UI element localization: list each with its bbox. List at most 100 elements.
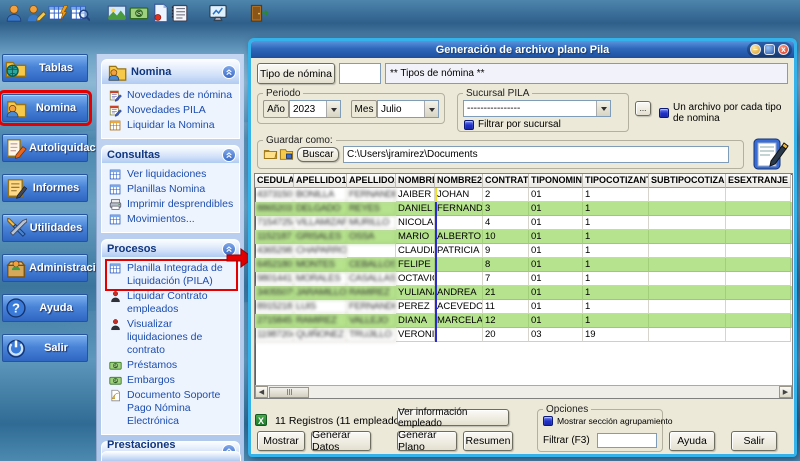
column-header-nombre2[interactable]: NOMBRE2 (435, 174, 483, 188)
sidebar-item-administraci-n[interactable]: Administración (2, 254, 88, 282)
table-row[interactable]: 4365298CHAPARROCLAUDIAPATRICIA9011 (255, 244, 792, 258)
column-header-nombre1[interactable]: NOMBRE1 (396, 174, 435, 188)
sucursal-browse-button[interactable]: ... (635, 101, 651, 116)
tipo-nomina-button[interactable]: Tipo de nómina (257, 63, 335, 84)
section-header[interactable]: Nomina (102, 60, 239, 84)
menu-item-novedades-de-n-mina[interactable]: Novedades de nómina (107, 88, 236, 103)
column-header-contrato[interactable]: CONTRATO (483, 174, 529, 188)
table-row[interactable]: 4373150BONILLAFERNANDEZJAIBERJOHAN2011 (255, 188, 792, 202)
sidebar-item-nomina[interactable]: Nomina (2, 94, 88, 122)
open-folder-icon[interactable] (263, 147, 278, 161)
table-row[interactable]: 34055079JARAMILLORAMIREZYULIANAANDREA210… (255, 286, 792, 300)
employee-table[interactable]: CEDULAAPELLIDO1APELLIDO2NOMBRE1NOMBRE2CO… (254, 173, 793, 399)
table-row[interactable]: 11987204QUIÑONEZTRUJILLOVERONICA200319 (255, 328, 792, 342)
salir-button[interactable]: Salir (731, 431, 777, 451)
column-header-esextranje[interactable]: ESEXTRANJE (726, 174, 791, 188)
mes-combobox[interactable]: Julio (377, 100, 439, 118)
menu-item-ver-liquidaciones[interactable]: Ver liquidaciones (107, 167, 236, 182)
exit-door-icon[interactable] (249, 3, 269, 23)
buscar-button[interactable]: Buscar (297, 147, 339, 162)
save-folder-icon[interactable] (279, 147, 294, 161)
sidebar-item-ayuda[interactable]: ?Ayuda (2, 294, 88, 322)
resumen-button[interactable]: Resumen (463, 431, 513, 451)
chevron-down-icon[interactable] (596, 101, 610, 116)
table-row[interactable]: 8915218LUISFERNANDOPEREZACEVEDO11011 (255, 300, 792, 314)
tipo-nomina-code-input[interactable] (339, 63, 381, 84)
menu-item-novedades-pila[interactable]: Novedades PILA (107, 103, 236, 118)
chevron-down-icon[interactable] (326, 101, 340, 117)
image-icon[interactable] (107, 3, 127, 23)
filtrar-f3-input[interactable] (597, 433, 657, 448)
column-header-apellido1[interactable]: APELLIDO1 (294, 174, 347, 188)
table-cell-esextranje (726, 314, 791, 328)
menu-item-movimientos-[interactable]: Movimientos... (107, 212, 236, 227)
sidebar-item-salir[interactable]: Salir (2, 334, 88, 362)
document-red-icon[interactable] (151, 3, 171, 23)
un-archivo-label: Un archivo por cada tipo de nomina (673, 102, 794, 124)
ayuda-button[interactable]: Ayuda (669, 431, 715, 451)
column-header-apellido2[interactable]: APELLIDO2 (347, 174, 396, 188)
chevron-down-icon[interactable] (424, 101, 438, 117)
table-row[interactable]: 2715845RAMIREZVALLEJODIANAMARCELA12011 (255, 314, 792, 328)
money-icon[interactable]: $ (129, 3, 149, 23)
generar-plano-button[interactable]: Generar Plano (397, 431, 457, 451)
table-cell-tipocotizante: 1 (583, 244, 649, 258)
column-header-tiponomina[interactable]: TIPONOMINA (529, 174, 583, 188)
table-cell-apellido1: CHAPARRO (294, 244, 347, 258)
table-row[interactable]: 8865203DELGADOREYESDANIELFERNANDO3011 (255, 202, 792, 216)
menu-item-planilla-integrada-de-liquidaci-n-pila-[interactable]: Planilla Integrada de Liquidación (PILA) (107, 261, 236, 289)
menu-item-documento-soporte-pago-n-mina-electr-nic[interactable]: Documento Soporte Pago Nómina Electrónic… (107, 388, 236, 429)
menu-item-planillas-nomina[interactable]: Planillas Nomina (107, 182, 236, 197)
column-header-subtipocotizante[interactable]: SUBTIPOCOTIZANTE (649, 174, 726, 188)
mostrar-button[interactable]: Mostrar (257, 431, 305, 451)
collapsed-section-stub[interactable] (102, 452, 240, 461)
excel-export-icon[interactable]: X (255, 414, 267, 426)
table-cell-nombre1: MARIO (396, 230, 435, 244)
sucursal-combobox[interactable]: ---------------- (463, 100, 611, 117)
table-row[interactable]: 9801441MORALESCASALLASOCTAVIO7011 (255, 272, 792, 286)
column-header-tipocotizante[interactable]: TIPOCOTIZANTE (583, 174, 649, 188)
save-path-input[interactable]: C:\Users\jramirez\Documents (343, 146, 729, 163)
menu-item-visualizar-liquidaciones-de-contrato[interactable]: Visualizar liquidaciones de contrato (107, 317, 236, 358)
ano-combobox[interactable]: 2023 (289, 100, 341, 118)
collapse-chevron-icon[interactable] (222, 148, 236, 162)
scroll-right-icon[interactable]: ▶ (779, 386, 792, 398)
user-edit-icon[interactable] (26, 3, 46, 23)
close-button[interactable]: x (778, 44, 789, 55)
notepad-pencil-icon[interactable] (749, 137, 789, 171)
filtrar-sucursal-checkbox[interactable] (464, 120, 474, 130)
dialog-titlebar[interactable]: Generación de archivo plano Pila – x (251, 41, 794, 58)
collapse-chevron-icon[interactable] (222, 65, 236, 79)
sidebar-item-autoliquidaci-n[interactable]: Autoliquidación (2, 134, 88, 162)
minimize-button[interactable]: – (750, 44, 761, 55)
notebook-icon[interactable] (170, 3, 190, 23)
generar-datos-button[interactable]: Generar Datos (311, 431, 371, 451)
agrupamiento-checkbox[interactable] (543, 416, 553, 426)
section-header[interactable]: Consultas (102, 146, 239, 163)
user-icon[interactable] (4, 3, 24, 23)
sidebar-item-utilidades[interactable]: Utilidades (2, 214, 88, 242)
ver-info-empleado-button[interactable]: Ver información empleado (397, 409, 509, 426)
table-search-icon[interactable] (70, 3, 90, 23)
table-row[interactable]: 1152187GRISALESOSSAMARIOALBERTO10011 (255, 230, 792, 244)
menu-item-embargos[interactable]: $Embargos (107, 373, 236, 388)
table-cell-tiponomina: 01 (529, 216, 583, 230)
monitor-chart-icon[interactable] (208, 3, 228, 23)
scroll-left-icon[interactable]: ◀ (255, 386, 268, 398)
table-row[interactable]: 6452180MONTESCEBALLOSFELIPE8011 (255, 258, 792, 272)
menu-item-liquidar-contrato-empleados[interactable]: Liquidar Contrato empleados (107, 289, 236, 317)
sidebar-item-informes[interactable]: Informes (2, 174, 88, 202)
menu-item-pr-stamos[interactable]: $Préstamos (107, 358, 236, 373)
column-header-cedula[interactable]: CEDULA (255, 174, 294, 188)
sidebar-item-tablas[interactable]: Tablas (2, 54, 88, 82)
scrollbar-thumb[interactable] (269, 387, 309, 398)
table-row[interactable]: 71547254VILLAMIZARMURILLONICOLAS4011 (255, 216, 792, 230)
maximize-button[interactable] (764, 44, 775, 55)
table-cell-contrato: 12 (483, 314, 529, 328)
section-header[interactable]: Procesos (102, 240, 239, 257)
table-bolt-icon[interactable] (48, 3, 68, 23)
menu-item-liquidar-la-nomina[interactable]: Liquidar la Nomina (107, 118, 236, 133)
menu-item-imprimir-desprendibles[interactable]: Imprimir desprendibles (107, 197, 236, 212)
un-archivo-checkbox[interactable] (659, 108, 669, 118)
horizontal-scrollbar[interactable]: ◀ ▶ (255, 385, 792, 398)
